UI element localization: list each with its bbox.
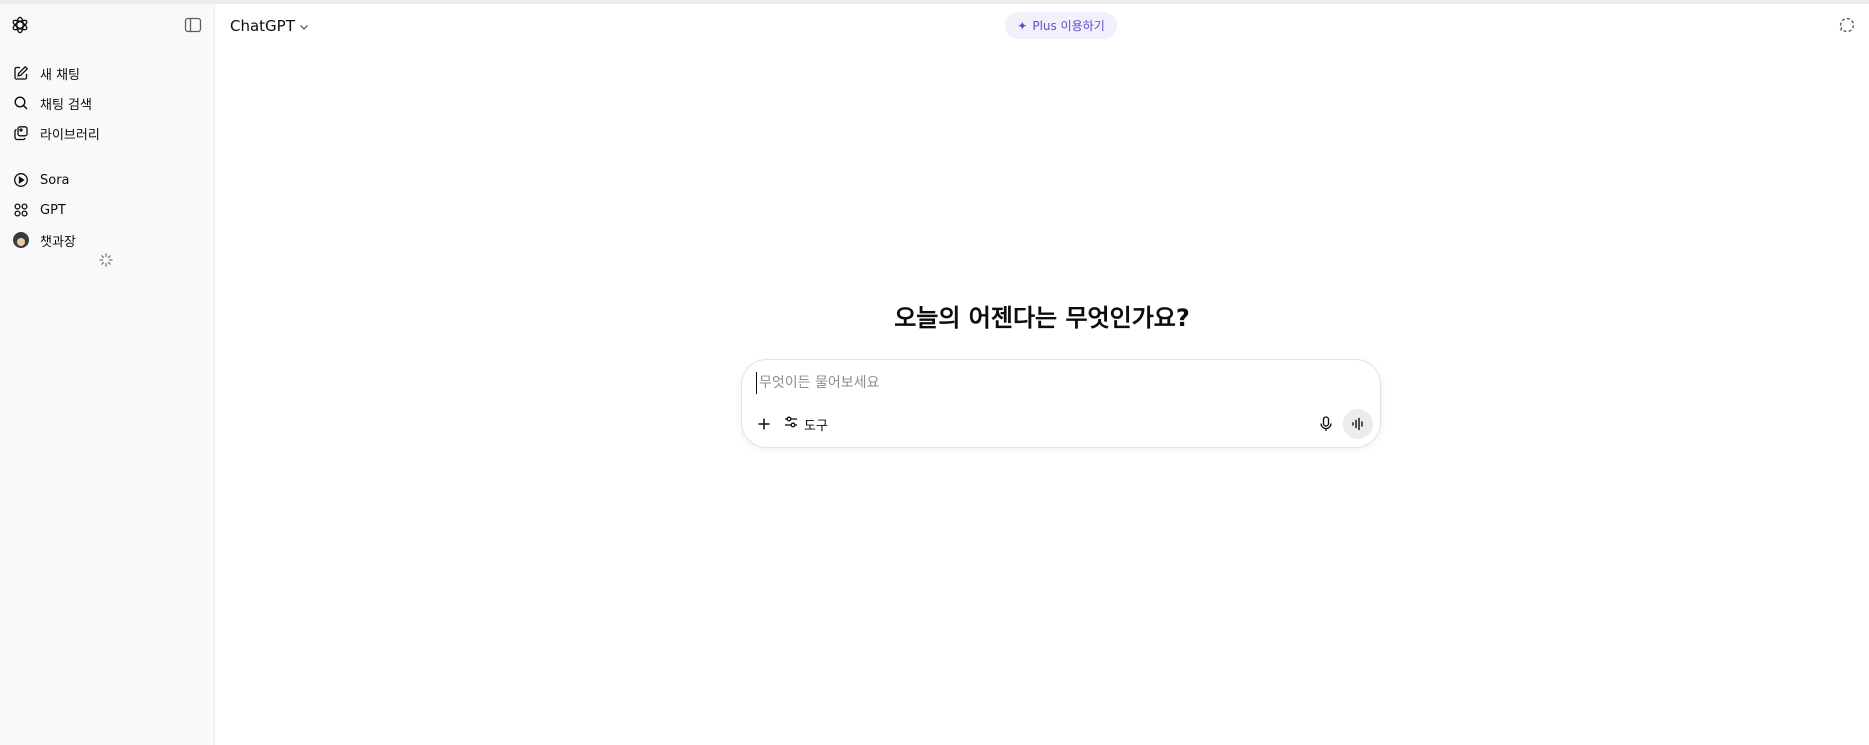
sliders-icon xyxy=(784,415,798,433)
sidebar-item-sora[interactable]: Sora xyxy=(8,167,206,193)
composer: 도구 xyxy=(741,359,1381,448)
sidebar-item-label: 라이브러리 xyxy=(40,127,100,143)
add-attachment-button[interactable] xyxy=(752,412,776,436)
spinner-icon xyxy=(99,252,113,267)
tools-button[interactable]: 도구 xyxy=(784,412,828,436)
avatar-wrap xyxy=(10,229,32,251)
sidebar-item-new-chat[interactable]: 새 채팅 xyxy=(8,60,206,86)
page-title: 오늘의 어젠다는 무엇인가요? xyxy=(894,304,1190,332)
mic-icon xyxy=(1320,416,1332,431)
plus-icon xyxy=(758,418,770,430)
sidebar-item-label: 채팅 검색 xyxy=(40,97,92,113)
voice-mode-icon xyxy=(1352,417,1363,431)
sidebar-item-label: 새 채팅 xyxy=(40,67,81,83)
grid-icon xyxy=(10,199,32,221)
avatar xyxy=(13,232,29,248)
sidebar-toggle-icon[interactable] xyxy=(184,17,202,33)
sidebar-item-library[interactable]: 라이브러리 xyxy=(8,120,206,146)
prompt-input[interactable] xyxy=(756,372,1316,394)
search-icon xyxy=(10,92,32,114)
play-circle-icon xyxy=(10,169,32,191)
sidebar-item-custom-gpt[interactable]: 챗과장 xyxy=(8,227,206,253)
sidebar-item-label: GPT xyxy=(40,202,66,218)
dictate-button[interactable] xyxy=(1314,412,1338,436)
sidebar: 새 채팅 채팅 검색 라이브러리 Sora GPT 챗과장 xyxy=(0,4,215,745)
edit-icon xyxy=(10,62,32,84)
sidebar-item-search-chats[interactable]: 채팅 검색 xyxy=(8,90,206,116)
tools-label: 도구 xyxy=(804,418,828,434)
openai-logo-icon[interactable] xyxy=(10,15,30,35)
sidebar-item-label: Sora xyxy=(40,172,70,188)
sidebar-item-label: 챗과장 xyxy=(40,234,76,250)
voice-mode-button[interactable] xyxy=(1343,409,1373,439)
sidebar-item-gpts[interactable]: GPT xyxy=(8,197,206,223)
library-icon xyxy=(10,122,32,144)
